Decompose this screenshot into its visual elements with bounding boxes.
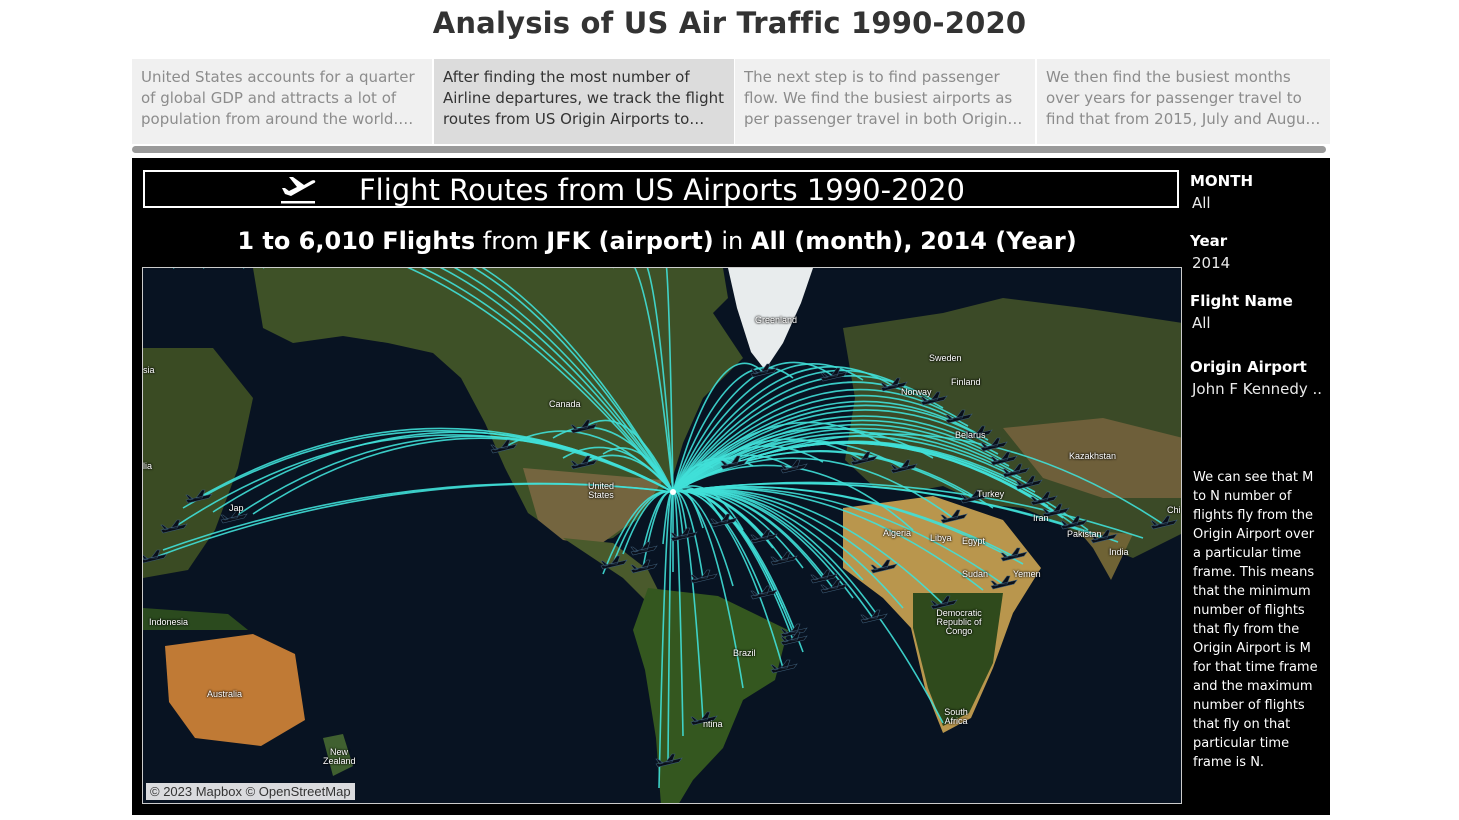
map-label-norway: Norway xyxy=(901,387,932,397)
filter-origin-airport-label: Origin Airport xyxy=(1190,358,1307,376)
filter-year-value[interactable]: 2014 xyxy=(1192,254,1230,272)
map-subtitle: 1 to 6,010 Flights from JFK (airport) in… xyxy=(132,227,1182,255)
dashboard: Flight Routes from US Airports 1990-2020… xyxy=(132,158,1330,815)
story-point-3[interactable]: The next step is to find passenger flow.… xyxy=(735,59,1035,144)
filter-month-label: MONTH xyxy=(1190,172,1254,190)
filter-flight-name-value[interactable]: All xyxy=(1192,314,1293,332)
selected-year: 2014 (Year) xyxy=(920,227,1077,255)
map-label-japan: Jap xyxy=(229,503,244,513)
map-label-belarus: Belarus xyxy=(955,430,986,440)
map-label-kazakhstan: Kazakhstan xyxy=(1069,451,1117,461)
flight-routes-map[interactable]: Greenland Sweden Finland Norway Canada U… xyxy=(142,267,1182,804)
story-point-text: The next step is to find passenger flow.… xyxy=(744,68,1013,128)
map-label-new-zealand: New Zealand xyxy=(323,747,356,766)
map-landmasses xyxy=(143,268,1181,803)
land-east-asia xyxy=(143,348,253,578)
map-label-finland: Finland xyxy=(951,377,981,387)
story-point-text: After finding the most number of Airline… xyxy=(443,68,724,128)
explanation-text: We can see that M to N number of flights… xyxy=(1193,470,1318,770)
map-label-dr-congo: Democratic Republic of Congo xyxy=(936,608,982,636)
map-label-sudan: Sudan xyxy=(962,569,989,579)
story-point-text: United States accounts for a quarter of … xyxy=(141,68,415,128)
map-label-pakistan: Pakistan xyxy=(1067,529,1102,539)
map-label-argentina: ntina xyxy=(703,719,723,729)
map-label-libya: Libya xyxy=(930,533,952,543)
map-canvas xyxy=(143,268,1181,803)
filter-month: MONTH All xyxy=(1190,172,1253,212)
map-label-turkey: Turkey xyxy=(977,489,1005,499)
story-point-text: We then find the busiest months over yea… xyxy=(1046,68,1320,128)
filter-month-value[interactable]: All xyxy=(1192,194,1253,212)
subtitle-word-from: from xyxy=(482,227,539,255)
map-label-algeria: Algeria xyxy=(883,528,912,538)
filter-flight-name: Flight Name All xyxy=(1190,292,1293,332)
story-point-4[interactable]: We then find the busiest months over yea… xyxy=(1037,59,1330,144)
story-point-1[interactable]: United States accounts for a quarter of … xyxy=(132,59,432,144)
map-label-yemen: Yemen xyxy=(1013,569,1041,579)
selected-month: All (month), xyxy=(750,227,913,255)
destination-plane-icon[interactable] xyxy=(690,569,718,584)
destination-plane-icon[interactable] xyxy=(780,459,808,474)
filter-origin-airport: Origin Airport John F Kennedy .. xyxy=(1190,358,1322,398)
map-attribution[interactable]: © 2023 Mapbox © OpenStreetMap xyxy=(146,783,355,800)
map-label-sweden: Sweden xyxy=(929,353,962,363)
map-label-iran: Iran xyxy=(1033,513,1049,523)
destination-plane-icon[interactable] xyxy=(860,609,888,624)
map-label-indonesia: Indonesia xyxy=(149,617,189,627)
subtitle-word-flights: Flights xyxy=(382,227,476,255)
map-label-australia: Australia xyxy=(207,689,243,699)
map-label-south-africa: South Africa xyxy=(944,707,968,726)
filter-flight-name-label: Flight Name xyxy=(1190,292,1293,310)
map-label-canada: Canada xyxy=(549,399,581,409)
map-label-brazil: Brazil xyxy=(733,648,756,658)
map-label-edge-right: Chi xyxy=(1167,505,1181,515)
story-navigator: United States accounts for a quarter of … xyxy=(132,59,1330,144)
map-label-india: India xyxy=(1109,547,1129,557)
filter-origin-airport-value[interactable]: John F Kennedy .. xyxy=(1192,380,1322,398)
subtitle-word-in: in xyxy=(721,227,744,255)
map-label-united-states: United States xyxy=(587,481,614,500)
origin-airport-marker[interactable] xyxy=(670,489,676,495)
land-south-america xyxy=(633,588,788,803)
filter-year: Year 2014 xyxy=(1190,232,1230,272)
flight-count-range: 1 to 6,010 xyxy=(237,227,375,255)
map-title: Flight Routes from US Airports 1990-2020 xyxy=(359,173,965,207)
map-label-asia-edge: sia xyxy=(143,365,155,375)
destination-plane-icon[interactable] xyxy=(750,529,778,544)
page-title: Analysis of US Air Traffic 1990-2020 xyxy=(432,6,1027,40)
filter-year-label: Year xyxy=(1190,232,1228,250)
map-label-edge-left: lia xyxy=(143,461,153,471)
map-title-box: Flight Routes from US Airports 1990-2020 xyxy=(143,170,1179,208)
story-point-2[interactable]: After finding the most number of Airline… xyxy=(434,59,734,144)
selected-airport: JFK (airport) xyxy=(546,227,714,255)
destination-plane-icon[interactable] xyxy=(770,551,798,566)
destination-plane-icon[interactable] xyxy=(780,623,808,638)
destination-plane-icon[interactable] xyxy=(820,579,848,594)
airplane-departure-icon xyxy=(281,177,316,204)
map-label-egypt: Egypt xyxy=(962,536,986,546)
map-label-greenland: Greenland xyxy=(755,315,798,325)
story-scrollbar[interactable] xyxy=(132,146,1326,153)
